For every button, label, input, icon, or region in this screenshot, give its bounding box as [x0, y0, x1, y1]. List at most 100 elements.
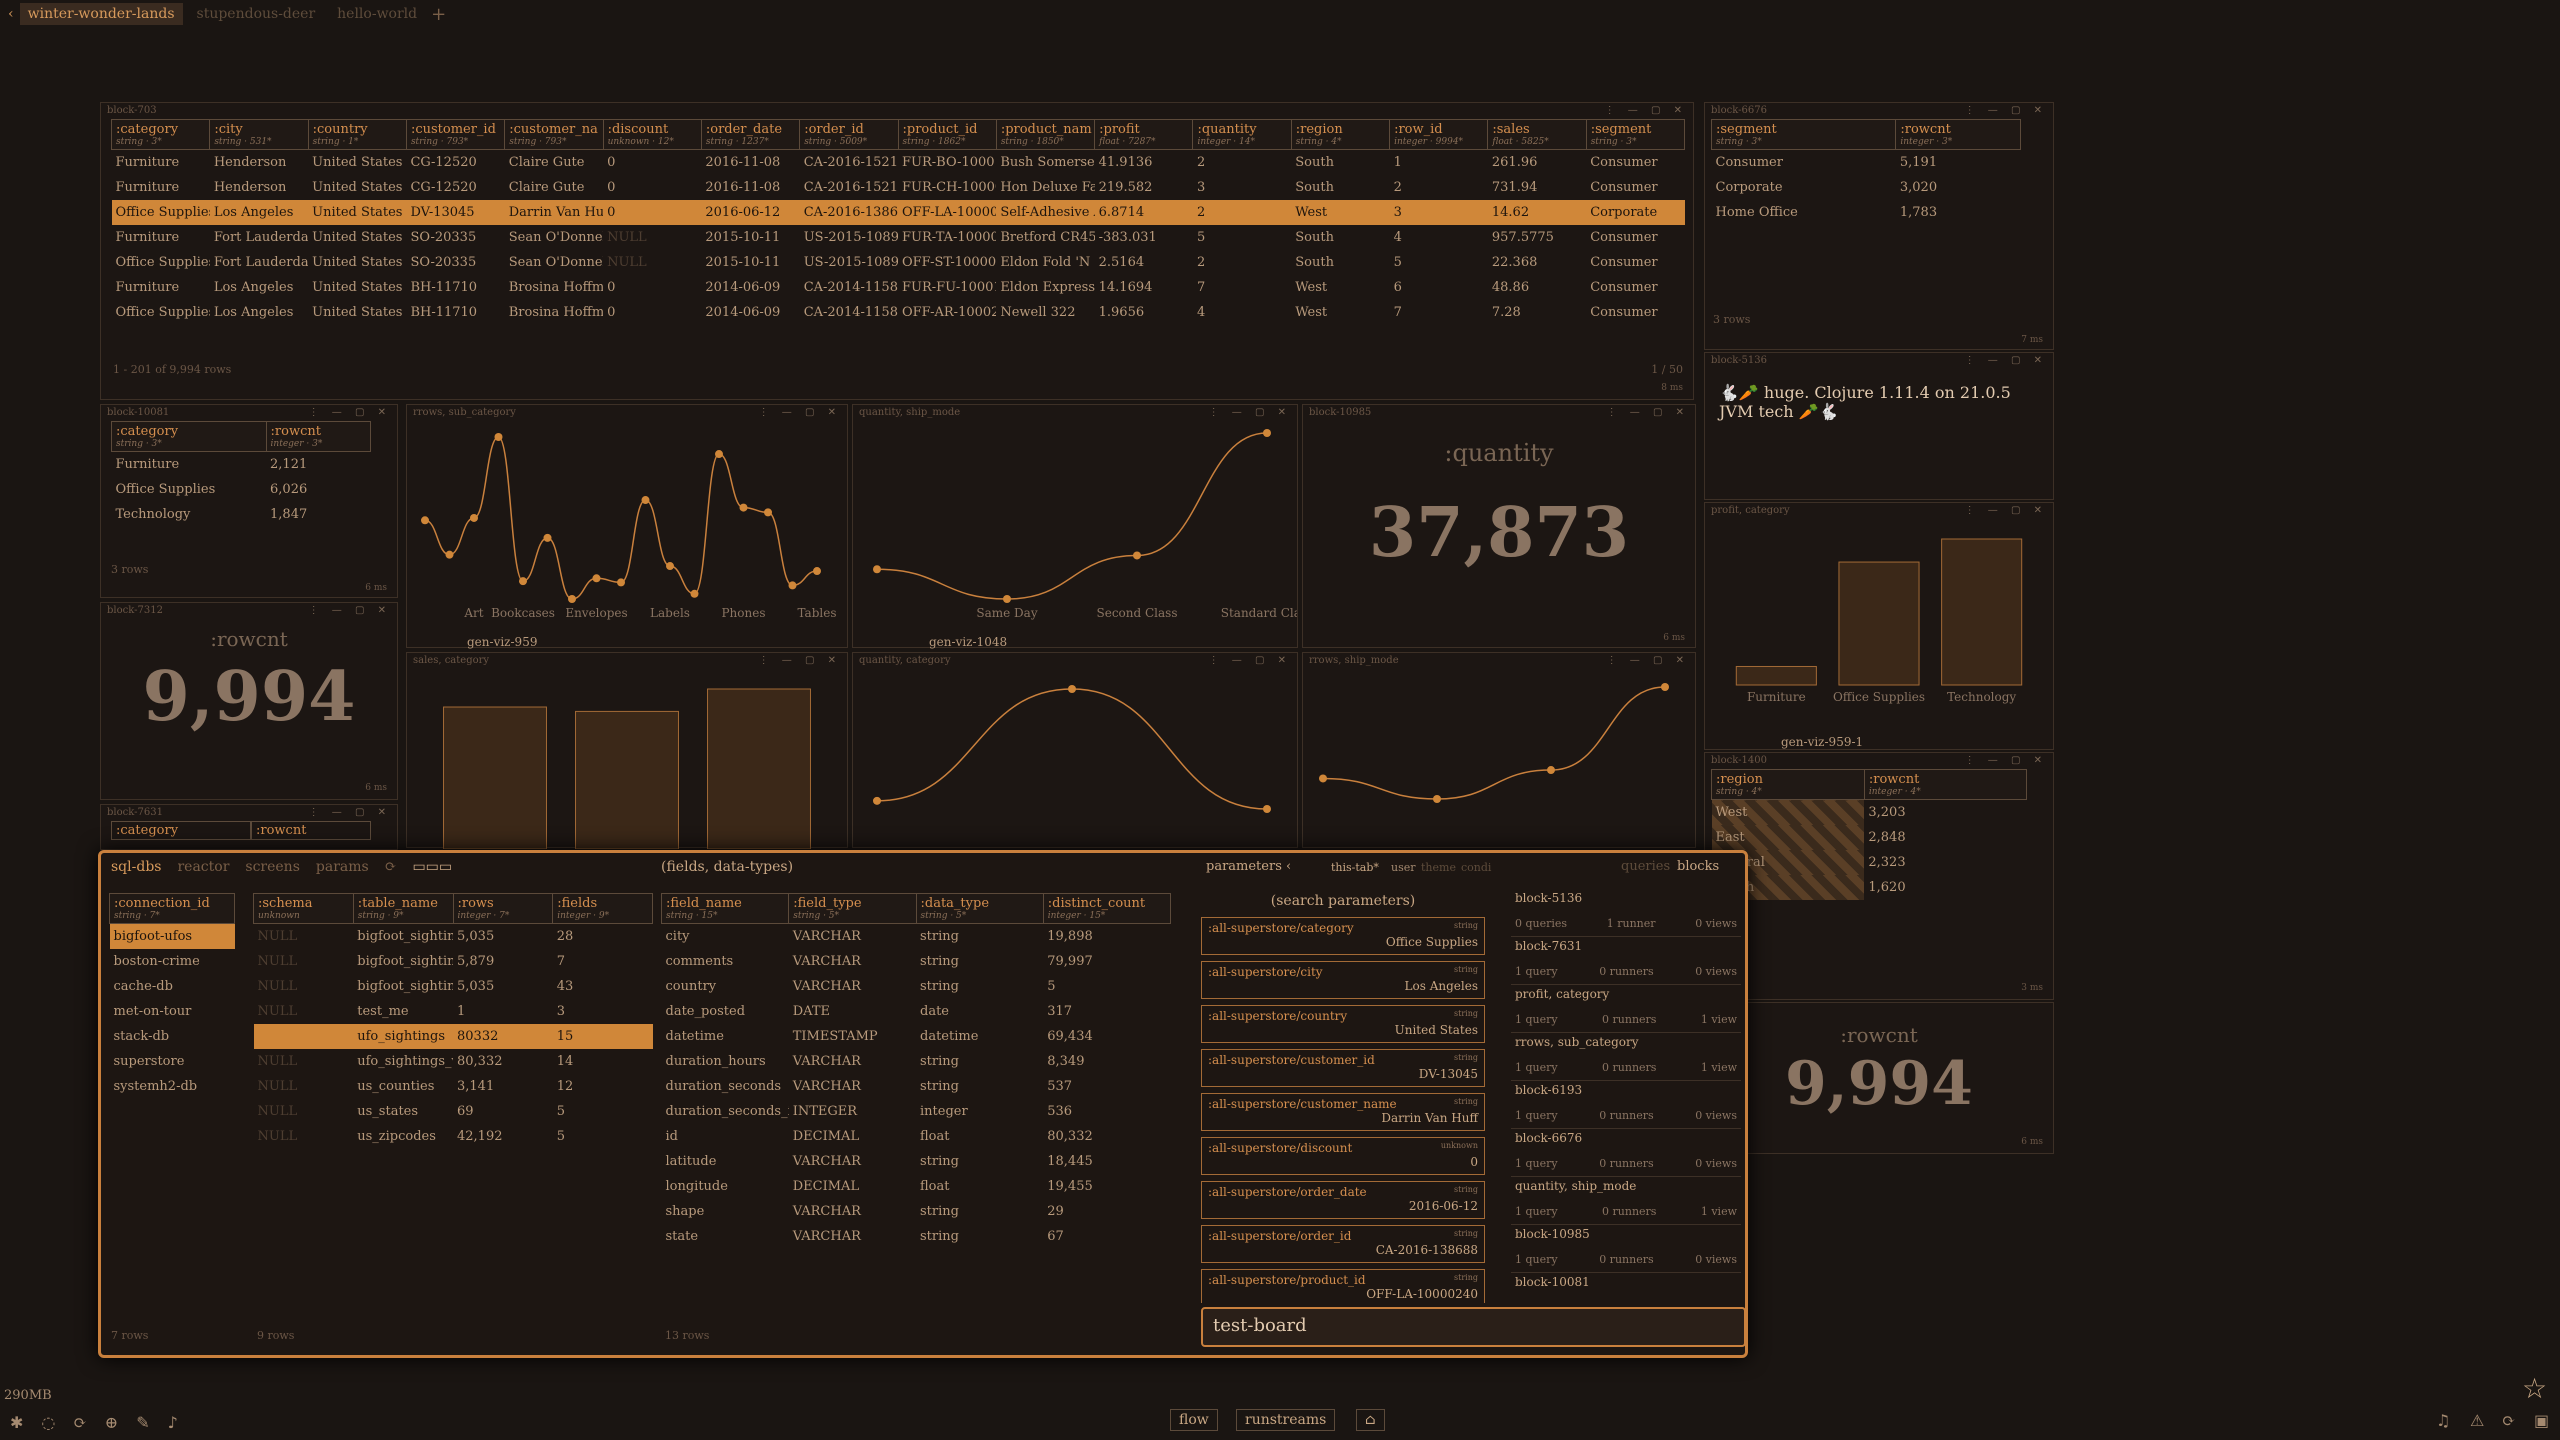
data-point[interactable] [641, 496, 650, 505]
col-header[interactable]: :category string · 3* [111, 421, 267, 452]
visibility-icon[interactable]: ◌ [41, 1413, 55, 1432]
table-row[interactable]: South1,620 [1711, 874, 2027, 900]
table-row[interactable]: Office Supplies 6,026 [112, 477, 371, 502]
table-row[interactable]: NULL us_states 69 5 [254, 1099, 653, 1124]
block-item[interactable]: quantity, ship_mode 1 query 0 runners 1 vie… [1511, 1177, 1741, 1225]
data-point[interactable] [445, 550, 454, 559]
tab-sql-dbs[interactable]: sql-dbs [111, 859, 161, 875]
block-item[interactable]: block-10985 1 query 0 runners 0 views [1511, 1225, 1741, 1273]
tab-user[interactable]: user [1391, 861, 1416, 874]
table-row[interactable]: NULLbigfoot_sightings_by_country_count5,… [254, 949, 653, 974]
table-row[interactable]: Corporate 3,020 [1712, 175, 2021, 200]
col-header[interactable]: :order_id string · 5009* [799, 119, 899, 150]
layout-icon[interactable]: ▭▭▭ [412, 859, 452, 875]
col-header[interactable]: :rows integer · 7* [452, 893, 554, 924]
data-point[interactable] [1133, 551, 1141, 560]
col-header[interactable]: :order_date string · 1237* [700, 119, 801, 150]
col-header[interactable]: :segment string · 3* [1710, 119, 1897, 150]
col-header[interactable]: :quantity integer · 14* [1192, 119, 1292, 150]
window-controls-icon[interactable]: ⋮ — ▢ ✕ [309, 407, 391, 419]
table-row[interactable]: Furniture Henderson United States CG-12520 C… [112, 175, 1685, 200]
bell-icon[interactable]: ♫ [2436, 1411, 2450, 1430]
board-name-input[interactable]: test-board [1201, 1307, 1746, 1347]
data-point[interactable] [421, 516, 429, 525]
window-controls-icon[interactable]: ⋮ — ▢ ✕ [1965, 755, 2047, 767]
col-header[interactable]: :schema unknown [253, 893, 354, 924]
table-row[interactable]: Technology 1,847 [112, 502, 371, 527]
col-header[interactable]: :distinct_count integer · 15* [1042, 893, 1172, 924]
col-header[interactable]: :field_type string · 5* [788, 893, 917, 924]
table-row[interactable]: Consumer 5,191 [1712, 150, 2021, 175]
connection-item[interactable]: systemh2-db [110, 1074, 235, 1099]
col-header[interactable]: :customer_id string · 793* [405, 119, 506, 150]
table-row[interactable]: state VARCHAR string 67 [662, 1224, 1171, 1249]
col-header[interactable]: :region string · 4* [1711, 769, 1865, 800]
connection-item[interactable]: cache-db [110, 974, 235, 999]
col-header[interactable]: :region string · 4* [1290, 119, 1391, 150]
tab-hello-world[interactable]: hello-world [329, 3, 425, 25]
tab-theme[interactable]: theme [1421, 861, 1456, 874]
bar[interactable] [1735, 665, 1817, 686]
data-point[interactable] [1003, 595, 1011, 603]
data-point[interactable] [1661, 683, 1669, 691]
data-point[interactable] [813, 567, 821, 576]
tab-condi[interactable]: condi [1461, 861, 1491, 874]
table-row[interactable]: comments VARCHAR string 79,997 [662, 949, 1171, 974]
parameter-item[interactable]: string:all-superstore/category Office Sup… [1201, 917, 1485, 955]
tab-reactor[interactable]: reactor [177, 859, 229, 875]
table-row[interactable]: West 3,203 [1711, 799, 2027, 825]
refresh-icon[interactable]: ⟳ [2502, 1411, 2515, 1430]
block-item[interactable]: rrows, sub_category 1 query 0 runners 1 vie… [1511, 1033, 1741, 1081]
col-header[interactable]: :product_nam string · 1850* [995, 119, 1096, 150]
back-icon[interactable]: ‹ [8, 6, 14, 22]
brush-icon[interactable]: ✎ [136, 1413, 149, 1432]
parameter-item[interactable]: unknown:all-superstore/discount 0 [1201, 1137, 1485, 1175]
data-point[interactable] [873, 565, 881, 574]
table-row[interactable]: Office Supplies Los Angeles United States D… [111, 199, 1685, 225]
table-row[interactable]: Furniture Los Angeles United States BH-1171… [112, 275, 1685, 300]
table-row[interactable]: longitude DECIMAL float 19,455 [662, 1174, 1171, 1199]
tab-winter-wonder-lands[interactable]: winter-wonder-lands [19, 3, 183, 25]
connection-item[interactable]: boston-crime [110, 949, 235, 974]
block-item[interactable]: block-6676 1 query 0 runners 0 views [1511, 1129, 1741, 1177]
window-controls-icon[interactable]: ⋮ — ▢ ✕ [1607, 655, 1689, 667]
data-point[interactable] [666, 562, 674, 571]
window-controls-icon[interactable]: ⋮ — ▢ ✕ [1605, 105, 1687, 117]
table-row[interactable]: country VARCHAR string 5 [662, 974, 1171, 999]
window-controls-icon[interactable]: ⋮ — ▢ ✕ [1965, 105, 2047, 117]
data-point[interactable] [739, 503, 748, 512]
add-tab-button[interactable]: + [431, 4, 446, 25]
data-point[interactable] [617, 578, 625, 587]
parameter-item[interactable]: string:all-superstore/country United Stat… [1201, 1005, 1485, 1043]
table-row[interactable]: NULL test_me 1 3 [254, 999, 653, 1024]
tab-blocks[interactable]: blocks [1677, 859, 1719, 874]
search-parameters[interactable]: (search parameters) [1201, 893, 1485, 909]
col-header[interactable]: :table_name string · 9* [352, 893, 454, 924]
bar[interactable] [443, 706, 547, 850]
col-header[interactable]: :segment string · 3* [1585, 119, 1686, 150]
col-header[interactable]: :country string · 1* [307, 119, 407, 150]
window-controls-icon[interactable]: ⋮ — ▢ ✕ [309, 605, 391, 617]
window-controls-icon[interactable]: ⋮ — ▢ ✕ [759, 655, 841, 667]
col-header[interactable]: :rowcnt integer · 3* [1895, 119, 2021, 150]
data-point[interactable] [519, 577, 527, 586]
col-header[interactable]: :category string · 3* [110, 119, 211, 150]
window-controls-icon[interactable]: ⋮ — ▢ ✕ [759, 407, 841, 419]
runstreams-button[interactable]: runstreams [1236, 1409, 1336, 1431]
table-row[interactable]: Furniture Fort LauderdaleUnited States SO-… [112, 225, 1685, 250]
col-header[interactable]: :city string · 531* [209, 119, 309, 150]
col-header[interactable]: :connection_id string · 7* [109, 893, 235, 924]
globe-icon[interactable]: ⊕ [105, 1413, 118, 1432]
block-item[interactable]: block-7631 1 query 0 runners 0 views [1511, 937, 1741, 985]
table-row[interactable]: duration_hours VARCHAR string 8,349 [662, 1049, 1171, 1074]
col-header[interactable]: :row_id integer · 9994* [1389, 119, 1489, 150]
data-point[interactable] [543, 533, 552, 542]
col-header[interactable]: :data_type string · 5* [915, 893, 1044, 924]
data-point[interactable] [764, 508, 772, 517]
bar[interactable] [707, 688, 811, 850]
window-controls-icon[interactable]: ⋮ — ▢ ✕ [1965, 355, 2047, 367]
table-row[interactable]: NULLufo_sightings_vw80,33214 [254, 1049, 653, 1074]
col-header[interactable]: :field_name string · 15* [660, 893, 790, 924]
parameter-item[interactable]: string:all-superstore/product_id OFF-LA-1… [1201, 1269, 1485, 1303]
col-header[interactable]: :category [111, 821, 251, 840]
